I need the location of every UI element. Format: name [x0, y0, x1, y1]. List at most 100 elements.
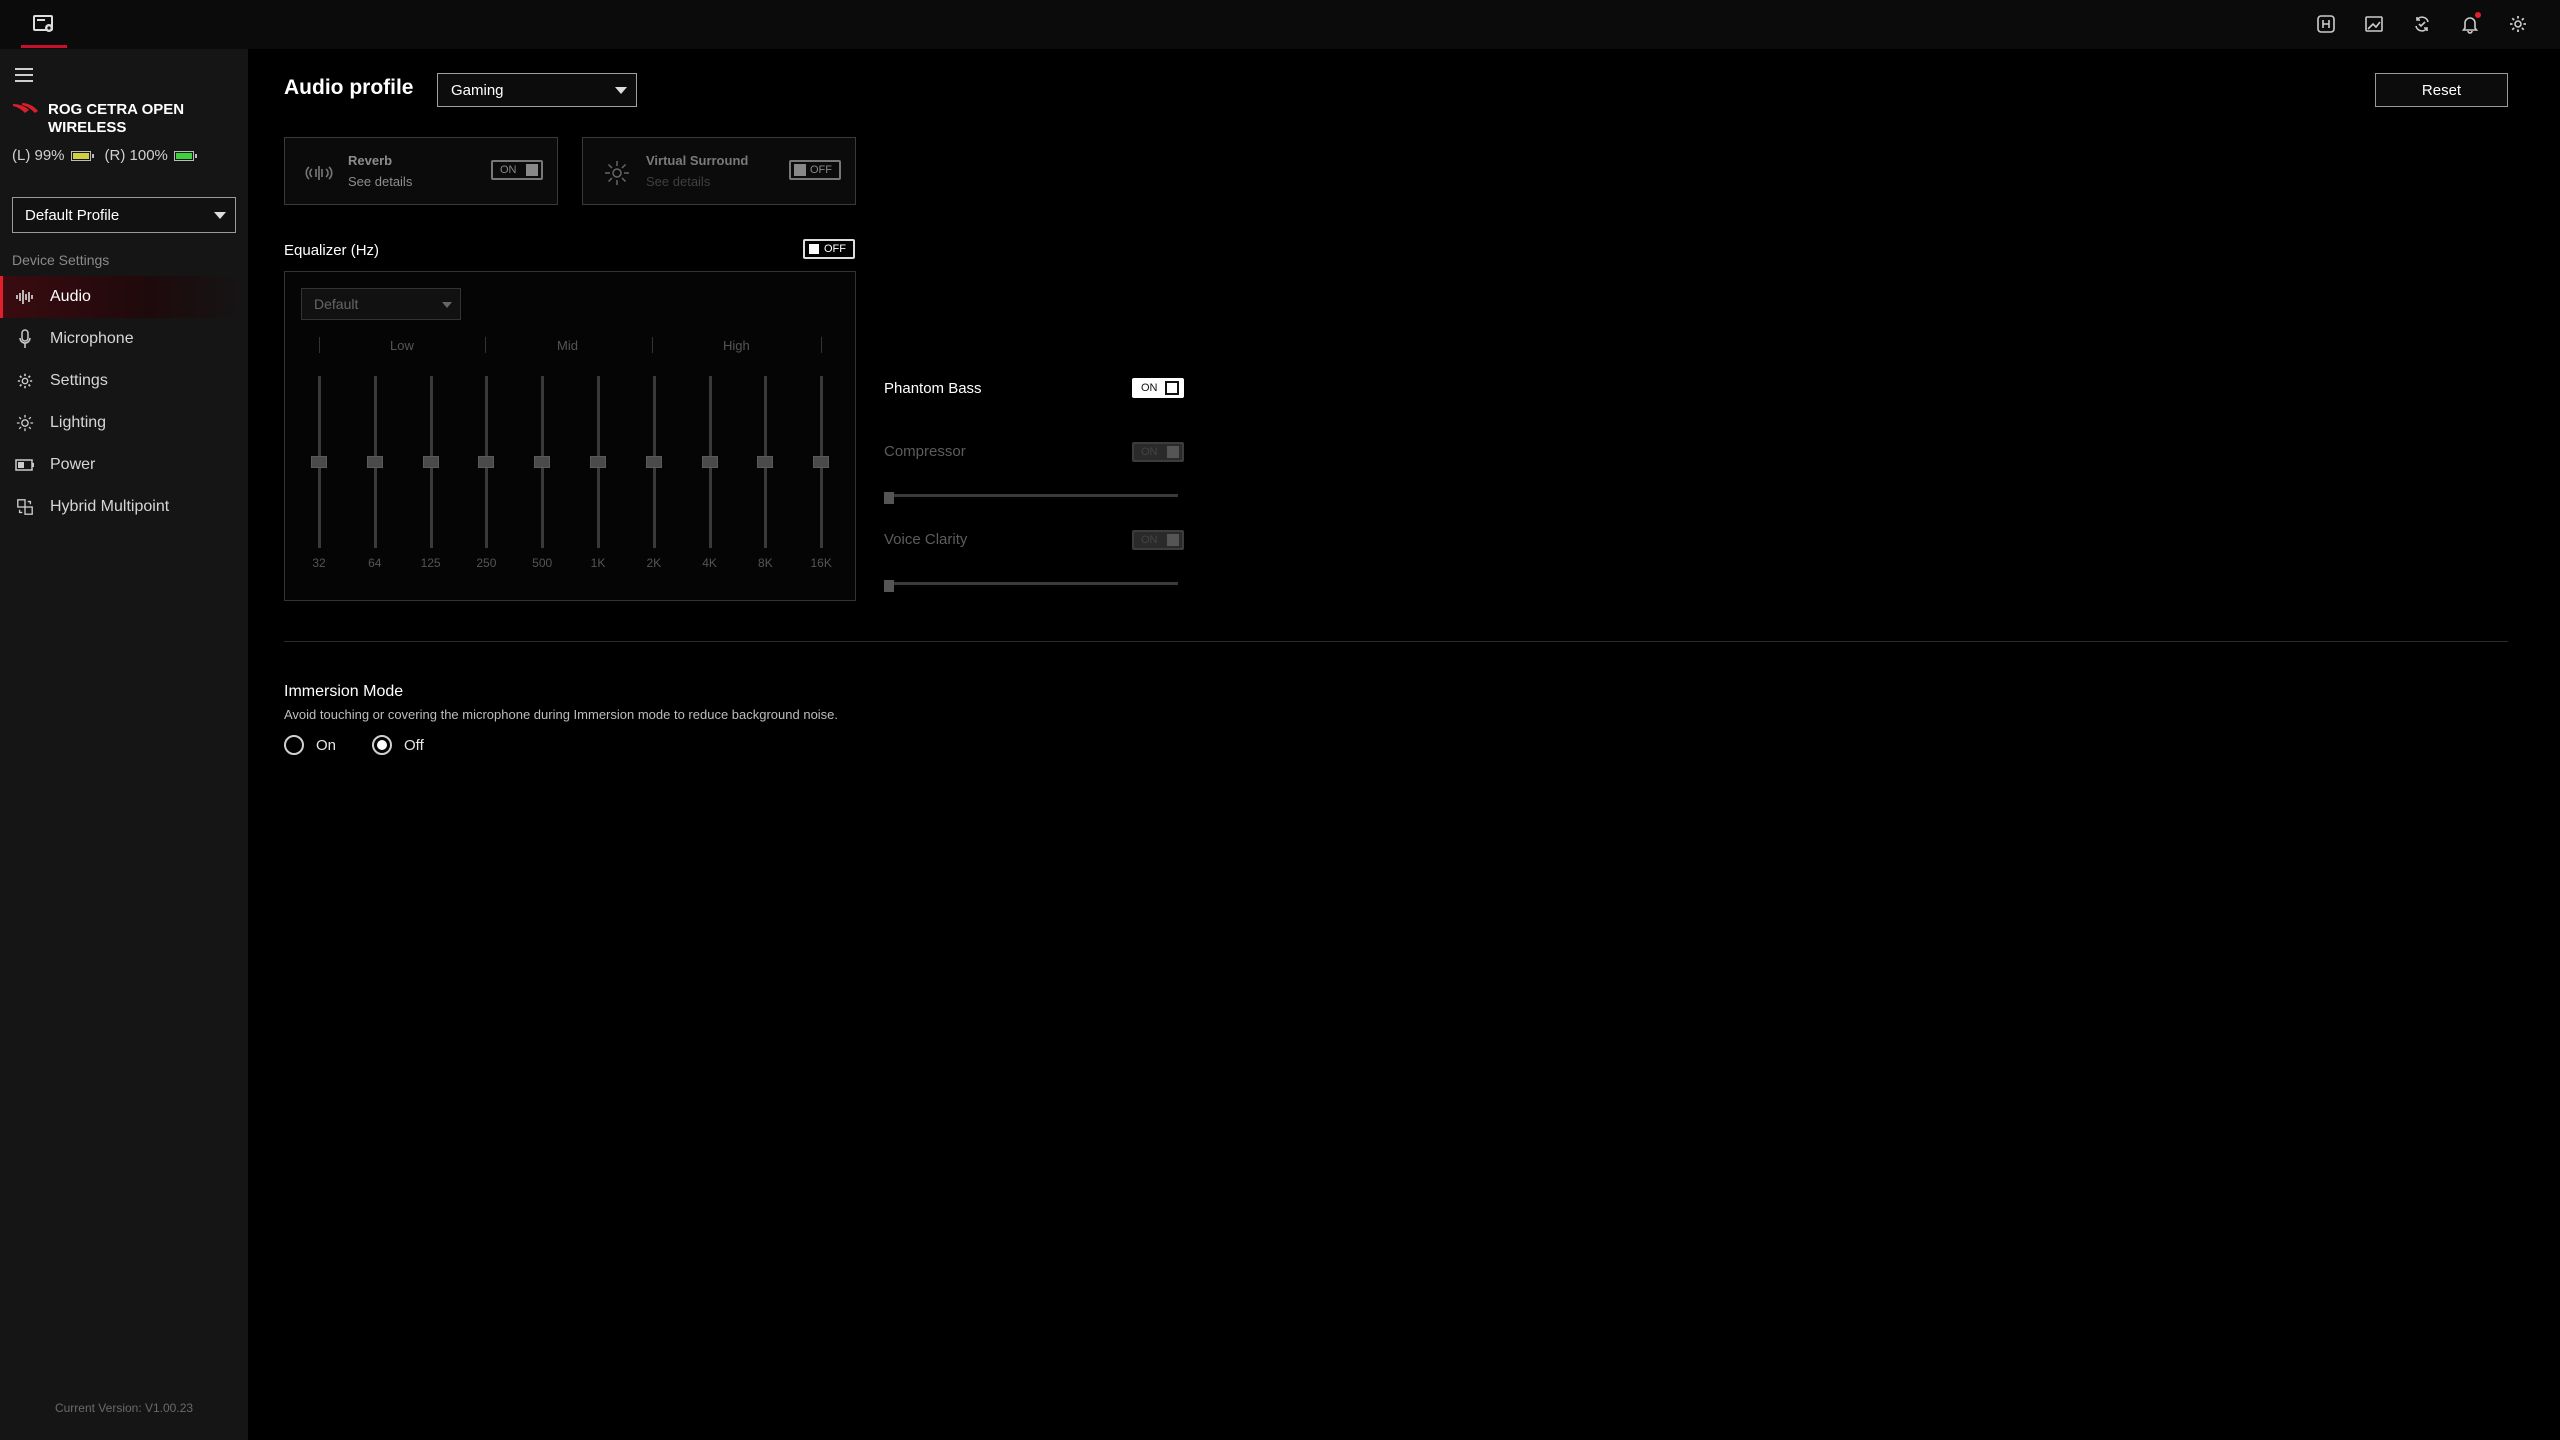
band-separator — [485, 337, 486, 353]
top-bar — [0, 0, 2560, 49]
sidebar-item-lighting[interactable]: Lighting — [0, 402, 248, 444]
reverb-see-details-link[interactable]: See details — [348, 174, 412, 189]
sync-icon[interactable] — [2410, 12, 2434, 36]
slider-thumb[interactable] — [478, 456, 495, 468]
microphone-icon — [14, 328, 36, 350]
slider-thumb[interactable] — [422, 456, 439, 468]
sidebar-item-hybrid-multipoint[interactable]: Hybrid Multipoint — [0, 486, 248, 528]
battery-right-icon — [173, 150, 197, 161]
eq-slider-64[interactable] — [365, 376, 385, 548]
slider-thumb[interactable] — [645, 456, 662, 468]
profile-select[interactable]: Default Profile — [12, 197, 236, 233]
immersion-off-radio[interactable]: Off — [372, 735, 424, 755]
keyboard-macro-icon[interactable] — [2314, 12, 2338, 36]
settings-gear-icon[interactable] — [2506, 12, 2530, 36]
device-info: ROG CETRA OPEN WIRELESS (L) 99% (R) 100% — [12, 101, 242, 164]
band-label-high: High — [723, 338, 750, 353]
slider-thumb[interactable] — [884, 580, 894, 592]
compressor-label: Compressor — [884, 443, 966, 460]
eq-slider-8k[interactable] — [755, 376, 775, 548]
battery-left-icon — [70, 150, 94, 161]
sidebar-item-label: Hybrid Multipoint — [50, 498, 170, 515]
phantom-bass-toggle[interactable]: ON — [1132, 378, 1184, 398]
sidebar-item-microphone[interactable]: Microphone — [0, 318, 248, 360]
rog-logo-icon — [12, 101, 40, 120]
reset-button[interactable]: Reset — [2375, 73, 2508, 107]
compressor-toggle[interactable]: ON — [1132, 442, 1184, 462]
radio-circle[interactable] — [284, 735, 304, 755]
eq-slider-1k[interactable] — [588, 376, 608, 548]
slider-thumb[interactable] — [884, 492, 894, 504]
device-name: ROG CETRA OPEN WIRELESS — [48, 101, 185, 136]
page-title: Audio profile — [284, 76, 414, 99]
sidebar-item-settings[interactable]: Settings — [0, 360, 248, 402]
eq-slider-4k[interactable] — [700, 376, 720, 548]
virtual-surround-label: Virtual Surround — [646, 153, 749, 168]
equalizer-toggle[interactable]: OFF — [803, 239, 855, 259]
voice-clarity-label: Voice Clarity — [884, 531, 968, 548]
section-divider — [284, 641, 2508, 642]
gear-icon — [14, 370, 36, 392]
eq-slider-2k[interactable] — [644, 376, 664, 548]
radio-label: On — [316, 736, 337, 754]
immersion-on-radio[interactable]: On — [284, 735, 336, 755]
sidebar-item-power[interactable]: Power — [0, 444, 248, 486]
radio-label: Off — [404, 736, 424, 754]
reverb-label: Reverb — [348, 153, 393, 168]
voice-clarity-slider[interactable] — [884, 577, 1180, 593]
eq-frequency-label: 125 — [420, 556, 441, 570]
notification-dot — [2475, 12, 2481, 18]
audio-profile-select[interactable]: Gaming — [437, 73, 637, 107]
eq-frequency-label: 4K — [702, 556, 717, 570]
toggle-label: ON — [1141, 534, 1158, 546]
sidebar-nav: Audio Microphone Settings Lighting Power — [0, 276, 248, 528]
eq-frequency-label: 500 — [532, 556, 553, 570]
sidebar-item-label: Microphone — [50, 330, 134, 347]
slider-thumb[interactable] — [590, 456, 606, 468]
slider-thumb[interactable] — [534, 456, 551, 468]
toggle-label: ON — [1141, 446, 1158, 458]
armoury-crate-icon[interactable] — [21, 2, 67, 48]
battery-icon — [14, 454, 36, 476]
reverb-toggle[interactable]: ON — [491, 160, 543, 180]
immersion-mode-title: Immersion Mode — [284, 683, 404, 700]
audio-profile-value: Gaming — [451, 81, 504, 99]
sidebar-item-audio[interactable]: Audio — [0, 276, 248, 318]
slider-thumb[interactable] — [366, 456, 383, 468]
menu-icon[interactable] — [15, 68, 33, 82]
virtual-surround-icon — [601, 157, 633, 189]
eq-frequency-label: 250 — [476, 556, 497, 570]
equalizer-preset-select[interactable]: Default — [301, 288, 461, 320]
band-separator — [319, 337, 320, 353]
radio-circle[interactable] — [372, 735, 393, 755]
virtual-surround-see-details-link[interactable]: See details — [646, 174, 710, 189]
eq-slider-250[interactable] — [476, 376, 496, 548]
image-edit-icon[interactable] — [2362, 12, 2386, 36]
eq-frequency-label: 32 — [312, 556, 326, 570]
eq-slider-500[interactable] — [532, 376, 552, 548]
virtual-surround-card[interactable]: Virtual Surround See details OFF — [582, 137, 856, 205]
sidebar-item-label: Power — [50, 456, 96, 473]
equalizer-title: Equalizer (Hz) — [284, 242, 380, 259]
toggle-label: OFF — [810, 164, 832, 176]
slider-thumb[interactable] — [813, 456, 830, 468]
eq-slider-32[interactable] — [309, 376, 329, 548]
battery-right-text: (R) 100% — [104, 147, 168, 164]
slider-thumb[interactable] — [311, 456, 327, 468]
virtual-surround-toggle[interactable]: OFF — [789, 160, 841, 180]
equalizer-preset-value: Default — [314, 296, 359, 312]
voice-clarity-toggle[interactable]: ON — [1132, 530, 1184, 550]
slider-thumb[interactable] — [757, 456, 774, 468]
eq-slider-125[interactable] — [421, 376, 441, 548]
compressor-slider[interactable] — [884, 489, 1180, 505]
main-content: Audio profile Gaming Reset Reverb See de… — [248, 49, 2560, 1440]
eq-slider-16k[interactable] — [811, 376, 831, 548]
reverb-card[interactable]: Reverb See details ON — [284, 137, 558, 205]
notification-bell-icon[interactable] — [2458, 12, 2482, 36]
chevron-down-icon — [615, 87, 627, 94]
band-label-low: Low — [390, 338, 414, 353]
sidebar: ROG CETRA OPEN WIRELESS (L) 99% (R) 100%… — [0, 49, 248, 1440]
toggle-label: OFF — [824, 243, 846, 255]
slider-thumb[interactable] — [701, 456, 718, 468]
immersion-mode-options: On Off — [284, 735, 424, 755]
